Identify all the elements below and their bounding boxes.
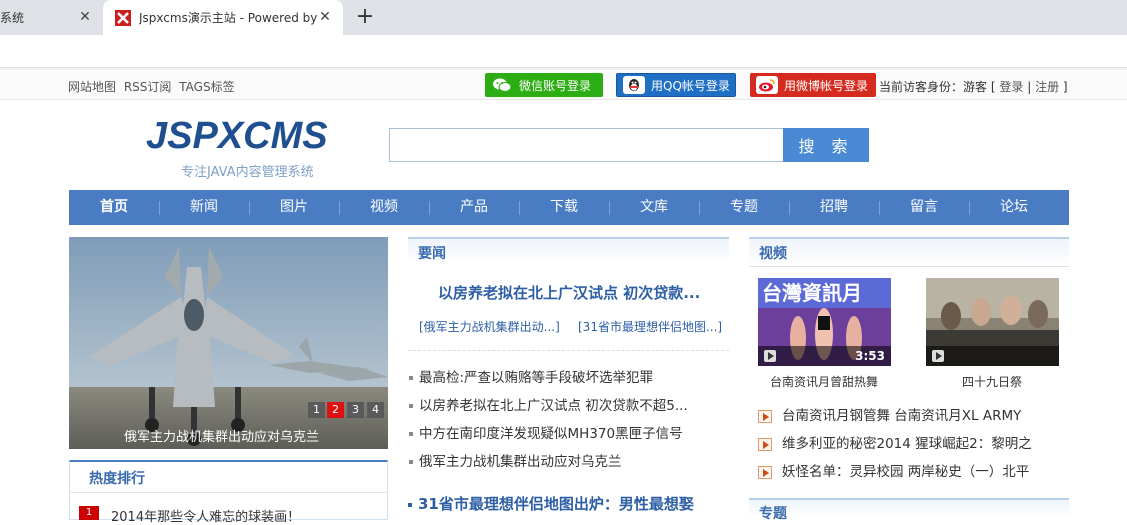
news-item-text: 俄军主力战机集群出动应对乌克兰 [419,454,622,470]
news-divider [408,350,729,351]
visitor-label: 当前访客身份：游客 [879,80,988,94]
video-caption[interactable]: 台南资讯月曾甜热舞 [770,373,878,390]
play-icon [764,350,776,362]
sitemap-link[interactable]: 网站地图 [68,80,116,94]
video-duration: 3:53 [855,349,885,363]
news-item-text: 以房养老拟在北上广汉试点 初次贷款不超5... [419,398,688,414]
qq-penguin-icon [623,76,645,94]
video-play-icon [758,437,772,451]
rss-link[interactable]: RSS订阅 [124,80,172,94]
nav-item-topics[interactable]: 专题 [699,190,789,225]
main-nav: 首页 新闻 图片 视频 产品 下载 文库 专题 招聘 留言 论坛 [69,190,1069,225]
play-icon [932,350,944,362]
qq-login-label: 用QQ帐号登录 [651,78,730,93]
news-bottom-text: 31省市最理想伴侣地图出炉：男性最想娶 [418,495,694,513]
visitor-status: 当前访客身份：游客 [ 登录 | 注册 ] [879,78,1068,95]
wechat-icon [491,76,513,94]
nav-item-products[interactable]: 产品 [429,190,519,225]
bracket-open: [ [990,80,996,94]
slide-page-3[interactable]: 3 [347,402,364,418]
nav-item-images[interactable]: 图片 [249,190,339,225]
nav-item-download[interactable]: 下载 [519,190,609,225]
search-input[interactable] [389,128,784,162]
weibo-login-label: 用微博帐号登录 [784,78,869,93]
video-caption[interactable]: 四十九日祭 [962,373,1022,390]
new-tab-button[interactable]: + [352,5,378,29]
sub-headline-link[interactable]: [俄军主力战机集群出动...] [419,318,560,335]
tab-close-icon[interactable]: ✕ [317,9,333,25]
register-link[interactable]: 注册 [1035,80,1059,94]
weibo-login-button[interactable]: 用微博帐号登录 [750,73,876,97]
nav-item-forum[interactable]: 论坛 [969,190,1059,225]
search-button[interactable]: 搜 索 [783,128,869,162]
weibo-icon [756,76,778,94]
bullet-icon [409,460,413,464]
bullet-icon [409,432,413,436]
headline-link[interactable]: 以房养老拟在北上广汉试点 初次贷款... [438,282,700,303]
login-link[interactable]: 登录 [999,80,1023,94]
slide-page-1[interactable]: 1 [308,402,325,418]
sub-headline-link[interactable]: [31省市最理想伴侣地图...] [578,318,722,335]
tab-close-icon[interactable]: ✕ [77,9,93,25]
video-list-item[interactable]: 维多利亚的秘密2014 猩球崛起2：黎明之 [758,432,1032,452]
slideshow-caption[interactable]: 俄军主力战机集群出动应对乌克兰 [124,426,319,445]
video-header [749,237,1069,267]
news-bottom-headline[interactable]: 31省市最理想伴侣地图出炉：男性最想娶 [408,493,694,514]
video-thumbnail[interactable]: 台灣資訊月 3:53 [758,278,891,366]
browser-tab-inactive[interactable]: 系统 ✕ [0,0,103,35]
video-item-text: 妖怪名单：灵异校园 两岸秘史（一）北平 [782,464,1030,480]
nav-item-video[interactable]: 视频 [339,190,429,225]
hot-ranking-title: 热度排行 [89,471,145,487]
nav-item-news[interactable]: 新闻 [159,190,249,225]
news-item-text: 中方在南印度洋发现疑似MH370黑匣子信号 [419,426,683,442]
slide-page-2[interactable]: 2 [327,402,344,418]
browser-toolbar [0,35,1127,68]
bracket-close: ] [1062,80,1068,94]
browser-tab-active[interactable]: Jspxcms演示主站 - Powered by Jspxcms ✕ [103,0,343,35]
hot-ranking-divider [69,492,388,493]
wechat-login-button[interactable]: 微信账号登录 [485,73,603,97]
slide-page-4[interactable]: 4 [367,402,384,418]
jspxcms-favicon-icon [115,9,131,26]
stage-sign-text: 台灣資訊月 [762,281,862,305]
tab-title: Jspxcms演示主站 - Powered by Jspxcms [139,11,317,25]
news-list-item[interactable]: 最高检:严查以贿赂等手段破坏选举犯罪 [409,366,653,386]
video-play-icon [758,465,772,479]
bullet-icon [408,502,412,507]
bullet-icon [409,404,413,408]
video-item-text: 台南资讯月钢管舞 台南资讯月XL ARMY [782,408,1022,424]
news-header [408,237,729,265]
video-thumbnail[interactable] [926,278,1059,366]
nav-item-guestbook[interactable]: 留言 [879,190,969,225]
video-list-item[interactable]: 台南资讯月钢管舞 台南资讯月XL ARMY [758,404,1021,424]
top-links: 网站地图 RSS订阅 TAGS标签 [68,78,239,95]
topic-header [749,498,1069,518]
qq-login-button[interactable]: 用QQ帐号登录 [616,73,736,97]
news-list-item[interactable]: 以房养老拟在北上广汉试点 初次贷款不超5... [409,394,688,414]
bullet-icon [409,376,413,380]
nav-item-home[interactable]: 首页 [69,190,159,225]
topic-section-title: 专题 [759,506,787,522]
wechat-login-label: 微信账号登录 [519,78,592,93]
video-section-title: 视频 [759,246,787,262]
site-logo[interactable]: JSPXCMS [146,115,328,158]
tags-link[interactable]: TAGS标签 [179,80,234,94]
tab-title: 系统 [0,11,25,25]
link-divider: | [1027,80,1032,94]
thumb-overlay [926,346,1059,366]
video-list-item[interactable]: 妖怪名单：灵异校园 两岸秘史（一）北平 [758,460,1029,480]
news-list-item[interactable]: 俄军主力战机集群出动应对乌克兰 [409,450,622,470]
nav-item-library[interactable]: 文库 [609,190,699,225]
video-play-icon [758,409,772,423]
news-item-text: 最高检:严查以贿赂等手段破坏选举犯罪 [419,370,654,386]
news-list-item[interactable]: 中方在南印度洋发现疑似MH370黑匣子信号 [409,422,683,442]
news-section-title: 要闻 [418,246,446,262]
hot-item[interactable]: 2014年那些令人难忘的球装画！ [111,506,300,525]
nav-item-jobs[interactable]: 招聘 [789,190,879,225]
rank-badge: 1 [79,506,99,520]
video-item-text: 维多利亚的秘密2014 猩球崛起2：黎明之 [782,436,1032,452]
site-slogan: 专注JAVA内容管理系统 [181,165,314,180]
